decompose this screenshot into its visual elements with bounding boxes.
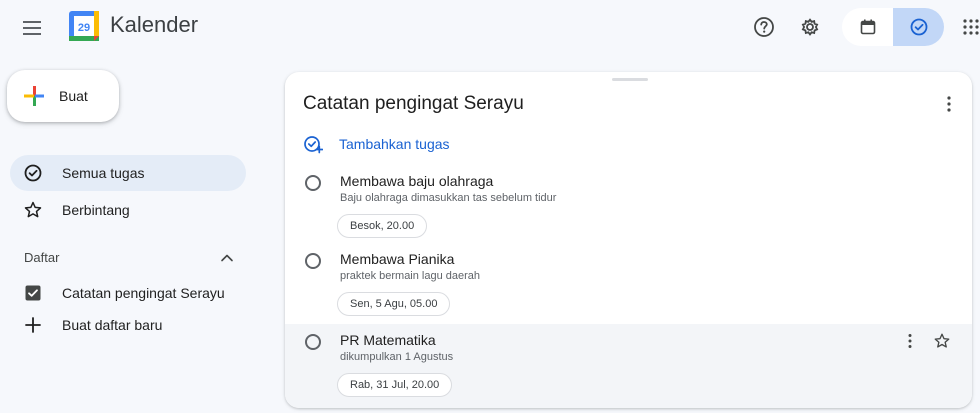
nav-starred-label: Berbintang — [62, 202, 130, 218]
due-date-chip[interactable]: Sen, 5 Agu, 05.00 — [337, 292, 451, 316]
star-task-button[interactable] — [931, 330, 953, 352]
list-item-label: Catatan pengingat Serayu — [62, 285, 225, 301]
create-new-list-label: Buat daftar baru — [62, 317, 163, 333]
hamburger-menu-icon — [23, 21, 41, 35]
more-vert-icon — [947, 96, 951, 112]
task-note: praktek bermain lagu daerah — [340, 270, 481, 282]
support-button[interactable] — [751, 14, 777, 40]
app-title: Kalender — [110, 12, 199, 37]
colorful-plus-icon — [24, 86, 44, 106]
tasks-view-button[interactable] — [893, 8, 944, 46]
gear-icon — [801, 18, 819, 36]
task-note: dikumpulkan 1 Agustus — [340, 351, 454, 363]
list-options-button[interactable] — [937, 92, 961, 116]
task-options-button[interactable] — [899, 330, 921, 352]
complete-task-checkbox[interactable] — [305, 175, 321, 191]
due-date-chip[interactable]: Rab, 31 Jul, 20.00 — [337, 373, 453, 397]
task-list-panel: Catatan pengingat Serayu Tambahkan tugas… — [285, 72, 972, 408]
chevron-up-icon[interactable] — [218, 249, 236, 267]
list-item-catatan-pengingat[interactable]: Catatan pengingat Serayu — [10, 275, 246, 311]
create-button[interactable]: Buat — [7, 70, 119, 122]
task-note: Baju olahraga dimasukkan tas sebelum tid… — [340, 192, 557, 204]
add-task-icon — [304, 136, 323, 154]
plus-icon — [22, 314, 44, 336]
calendar-logo-icon: 29 — [69, 11, 99, 41]
task-item[interactable]: Membawa baju olahraga Baju olahraga dima… — [285, 167, 972, 245]
calendar-view-button[interactable] — [842, 8, 893, 46]
apps-grid-icon — [963, 19, 979, 35]
star-icon — [22, 199, 44, 221]
drag-handle[interactable] — [612, 78, 648, 81]
list-title: Catatan pengingat Serayu — [303, 93, 524, 114]
complete-task-checkbox[interactable] — [305, 334, 321, 350]
view-switcher — [842, 8, 944, 46]
add-task-button[interactable]: Tambahkan tugas — [303, 132, 450, 156]
create-new-list-button[interactable]: Buat daftar baru — [10, 307, 246, 343]
due-date-chip[interactable]: Besok, 20.00 — [337, 214, 428, 238]
top-app-bar: 29 Kalender — [0, 0, 980, 56]
tasks-check-icon — [910, 18, 927, 36]
task-title: Membawa baju olahraga — [340, 173, 494, 189]
add-task-label: Tambahkan tugas — [339, 136, 450, 152]
create-button-label: Buat — [59, 88, 88, 104]
main-menu-button[interactable] — [18, 14, 46, 42]
checkbox-checked-icon[interactable] — [22, 282, 44, 304]
nav-all-tasks[interactable]: Semua tugas — [10, 155, 246, 191]
logo-day-number: 29 — [78, 22, 90, 34]
star-outline-icon — [934, 333, 950, 348]
calendar-view-icon — [860, 19, 875, 35]
task-item[interactable]: Membawa Pianika praktek bermain lagu dae… — [285, 245, 972, 323]
check-circle-icon — [22, 162, 44, 184]
task-title: Membawa Pianika — [340, 251, 455, 267]
nav-starred[interactable]: Berbintang — [10, 192, 246, 228]
lists-heading: Daftar — [24, 250, 60, 265]
settings-button[interactable] — [797, 14, 823, 40]
nav-all-tasks-label: Semua tugas — [62, 165, 145, 181]
help-icon — [754, 17, 774, 37]
task-title: PR Matematika — [340, 332, 436, 348]
apps-button[interactable] — [958, 14, 980, 40]
task-item[interactable]: PR Matematika dikumpulkan 1 Agustus Rab,… — [285, 324, 972, 408]
complete-task-checkbox[interactable] — [305, 253, 321, 269]
more-vert-icon — [908, 334, 912, 348]
